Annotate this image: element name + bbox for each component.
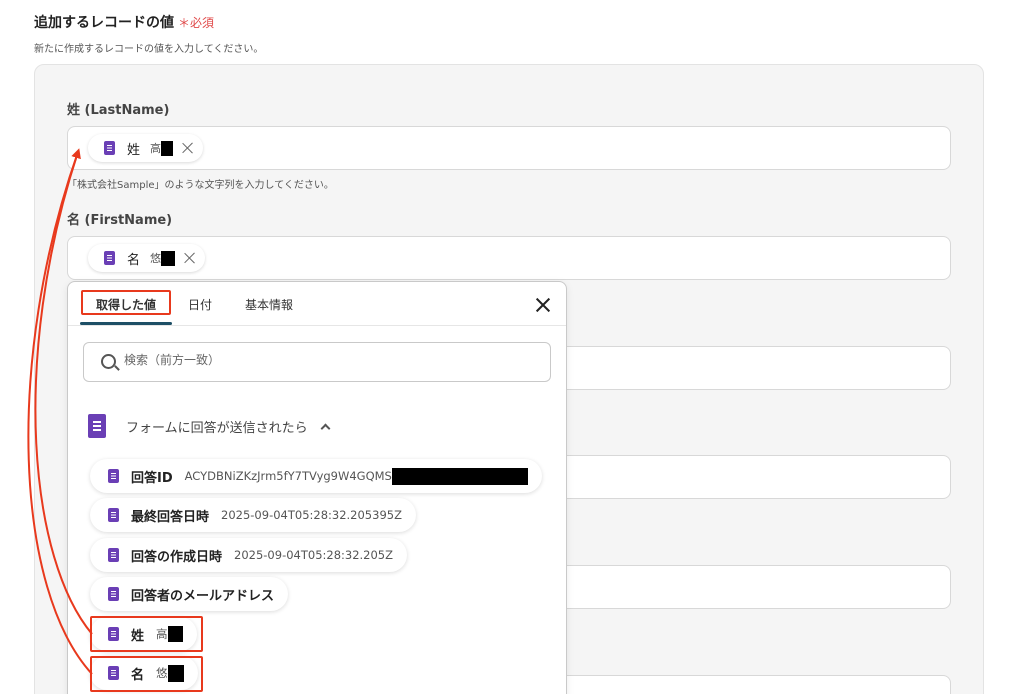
chip-value: 高 [150, 140, 174, 156]
remove-chip-icon[interactable] [183, 251, 197, 265]
google-forms-icon [108, 469, 119, 483]
redaction-box [391, 467, 528, 485]
tab-date[interactable]: 日付 [188, 296, 212, 313]
firstname-label: 名 (FirstName) [67, 213, 173, 228]
value-item-last-response-time[interactable]: 最終回答日時 2025-09-04T05:28:32.205395Z [90, 498, 416, 532]
google-forms-icon [104, 251, 115, 265]
redaction-box [161, 140, 174, 156]
highlight-lastname-item [90, 616, 203, 652]
google-forms-icon [108, 587, 119, 601]
lastname-value-chip[interactable]: 姓 高 [88, 134, 204, 162]
firstname-value-chip[interactable]: 名 悠 [88, 244, 206, 272]
lastname-label: 姓 (LastName) [67, 103, 170, 118]
required-indicator: ＊必須 [178, 16, 215, 30]
active-tab-indicator [80, 322, 172, 325]
section-title: 追加するレコードの値 ＊必須 [34, 12, 214, 32]
close-icon[interactable] [534, 296, 552, 314]
value-item-response-id[interactable]: 回答ID ACYDBNiZKzJrm5fY7TVyg9W4GQMS [90, 459, 542, 493]
chip-value: 悠 [150, 250, 176, 266]
redaction-box [161, 250, 176, 266]
search-box[interactable] [83, 342, 551, 382]
search-input[interactable] [124, 353, 524, 367]
section-description: 新たに作成するレコードの値を入力してください。 [34, 44, 264, 55]
remove-chip-icon[interactable] [181, 141, 195, 155]
google-forms-icon [88, 414, 106, 438]
search-icon [101, 354, 116, 369]
chip-name: 名 [127, 252, 141, 268]
group-label: フォームに回答が送信されたら [126, 420, 308, 436]
form-submission-group[interactable]: フォームに回答が送信されたら [88, 414, 331, 438]
value-item-response-created-time[interactable]: 回答の作成日時 2025-09-04T05:28:32.205Z [90, 538, 408, 572]
highlight-firstname-item [90, 656, 203, 692]
google-forms-icon [104, 141, 115, 155]
highlight-active-tab [81, 290, 171, 315]
value-item-respondent-email[interactable]: 回答者のメールアドレス [90, 577, 289, 611]
google-forms-icon [108, 548, 119, 562]
chip-name: 姓 [127, 142, 141, 158]
tab-basic-info[interactable]: 基本情報 [245, 296, 293, 313]
google-forms-icon [108, 508, 119, 522]
section-title-text: 追加するレコードの値 [34, 15, 174, 31]
chevron-up-icon [320, 423, 331, 433]
lastname-hint: 「株式会社Sample」のような文字列を入力してください。 [67, 180, 334, 191]
